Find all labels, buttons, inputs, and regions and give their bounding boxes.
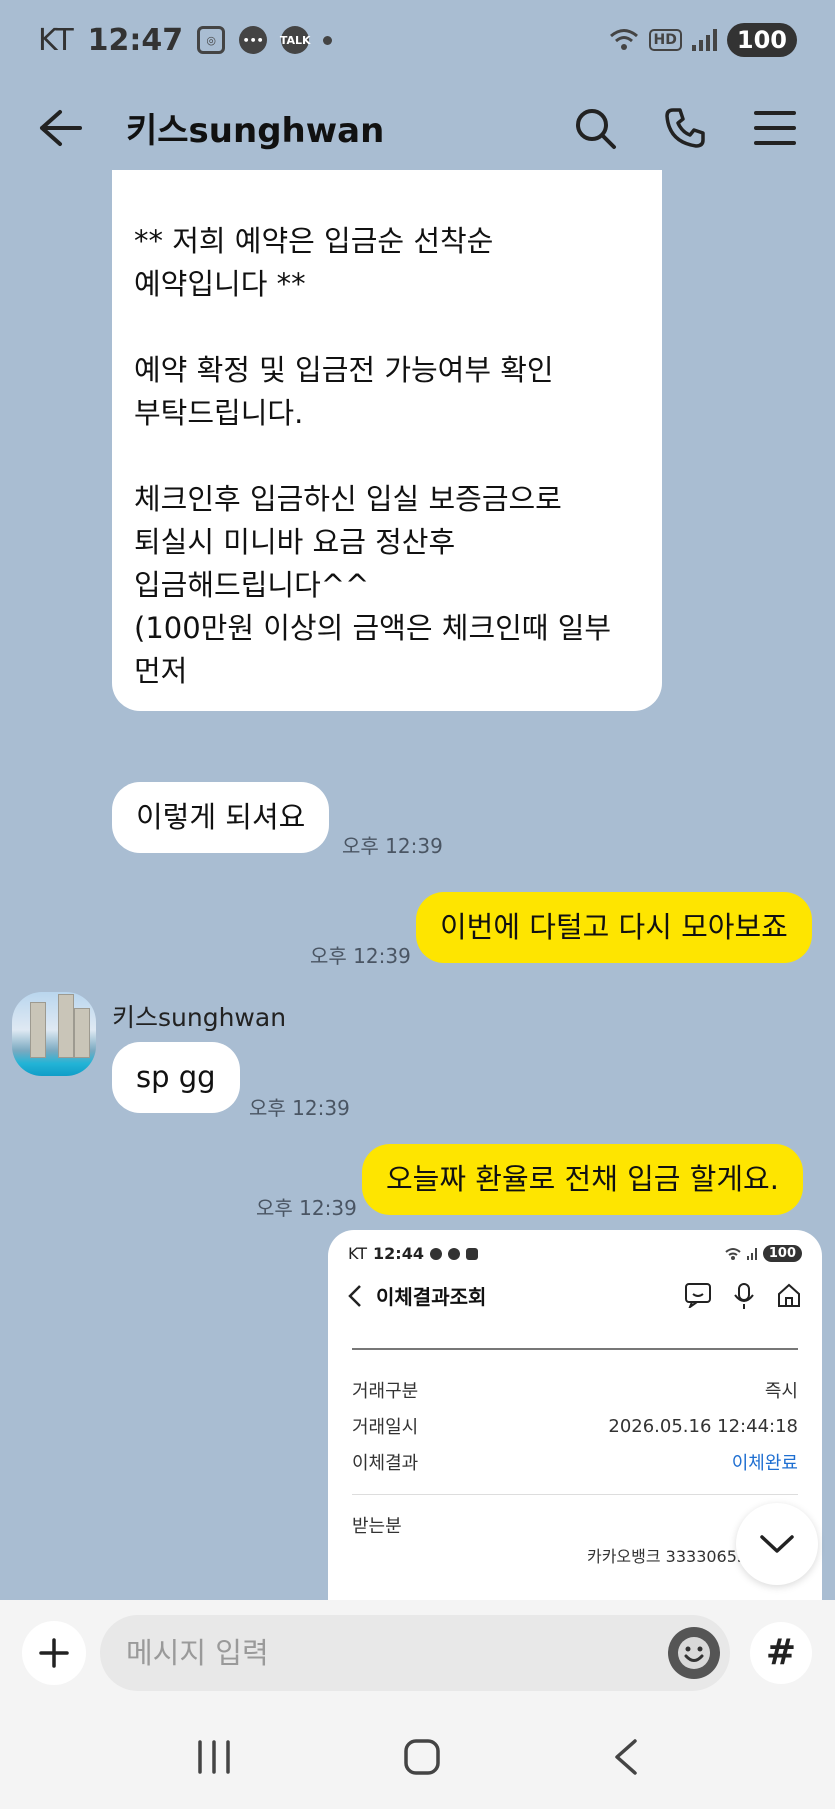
signal-icon — [691, 29, 717, 51]
emoji-icon — [678, 1636, 710, 1669]
receipt-row: 거래일시 2026.05.16 12:44:18 — [328, 1408, 822, 1444]
message-bubble[interactable]: sp gg — [112, 1042, 240, 1113]
naver-icon — [465, 1247, 478, 1260]
receipt-row: 이체결과 이체완료 — [328, 1444, 822, 1480]
kakaotalk-icon: TALK — [280, 26, 311, 54]
microphone-icon — [734, 1282, 754, 1309]
row-value: 즉시 — [764, 1381, 798, 1402]
carrier-label: KT — [38, 22, 74, 58]
message-bubble-sent[interactable]: 오늘짜 환율로 전채 입금 할게요. — [362, 1144, 803, 1215]
message-bubble[interactable]: ** 저희 예약은 입금순 선착순 예약입니다 ** 예약 확정 및 입금전 가… — [112, 170, 662, 711]
system-nav-bar — [0, 1705, 835, 1809]
emoji-button[interactable] — [668, 1626, 720, 1679]
home-button-icon[interactable] — [402, 1737, 442, 1777]
message-bubble[interactable]: 이렇게 되셔요 — [112, 782, 330, 853]
message-input-wrapper — [100, 1614, 730, 1691]
home-icon — [778, 1283, 800, 1307]
message-time: 오후 12:39 — [249, 1096, 350, 1120]
attach-button[interactable] — [22, 1620, 86, 1685]
battery-indicator: 100 — [762, 1245, 802, 1262]
chat-messages[interactable]: ** 저희 예약은 입금순 선착순 예약입니다 ** 예약 확정 및 입금전 가… — [0, 170, 835, 1600]
message-icon — [429, 1247, 442, 1260]
row-label: 거래일시 — [352, 1417, 419, 1438]
message-icon: ••• — [239, 26, 268, 54]
divider — [352, 1494, 798, 1495]
message-time: 오후 12:39 — [310, 944, 411, 968]
search-icon — [576, 108, 616, 149]
plus-icon — [39, 1637, 69, 1668]
chat-header: 키스sunghwan — [0, 85, 835, 170]
back-nav-icon[interactable] — [611, 1737, 641, 1777]
call-button[interactable] — [661, 104, 709, 152]
message-time: 오후 12:39 — [256, 1196, 357, 1220]
hd-voice-icon: HD — [648, 29, 682, 51]
chevron-down-icon — [760, 1535, 794, 1553]
receipt-title: 이체결과조회 — [376, 1285, 487, 1309]
row-label: 거래구분 — [352, 1381, 419, 1402]
screenshot-icon: ◎ — [197, 26, 226, 54]
phone-icon — [665, 107, 705, 148]
status-bar: KT 12:47 ◎ ••• TALK HD 100 — [0, 0, 835, 80]
back-arrow-icon — [40, 109, 82, 146]
receipt-clock: 12:44 — [373, 1244, 424, 1263]
hamburger-menu-icon — [754, 110, 796, 145]
chevron-left-icon — [348, 1284, 361, 1307]
receipt-header: 이체결과조회 — [328, 1263, 822, 1310]
battery-indicator: 100 — [726, 23, 797, 57]
more-notifications-icon — [323, 35, 333, 45]
message-bubble-sent[interactable]: 이번에 다털고 다시 모아보죠 — [416, 892, 812, 963]
clock: 12:47 — [87, 22, 184, 58]
kakaotalk-icon — [447, 1247, 460, 1260]
row-label: 이체결과 — [352, 1453, 419, 1474]
receipt-row: 거래구분 즉시 — [328, 1372, 822, 1408]
receipt-status-bar: KT 12:44 100 — [328, 1230, 822, 1263]
wifi-icon — [609, 29, 638, 50]
hashtag-button[interactable]: # — [750, 1621, 812, 1684]
chat-icon — [685, 1282, 711, 1308]
wifi-icon — [725, 1247, 741, 1260]
row-value: 이체완료 — [731, 1453, 798, 1474]
recent-apps-icon[interactable] — [194, 1740, 234, 1774]
chat-title: 키스sunghwan — [126, 111, 385, 151]
sender-name: 키스sunghwan — [112, 1003, 287, 1032]
back-button[interactable] — [36, 104, 84, 152]
receipt-carrier: KT — [348, 1244, 368, 1263]
message-input-bar: # — [0, 1600, 835, 1705]
signal-icon — [746, 1247, 757, 1260]
menu-button[interactable] — [751, 104, 799, 152]
row-value: 2026.05.16 12:44:18 — [608, 1415, 798, 1437]
message-input[interactable] — [126, 1635, 668, 1670]
search-button[interactable] — [571, 104, 619, 152]
avatar[interactable] — [12, 992, 96, 1076]
message-time: 오후 12:39 — [342, 834, 443, 858]
scroll-to-bottom-button[interactable] — [736, 1503, 818, 1585]
row-label: 받는분 — [352, 1516, 402, 1537]
